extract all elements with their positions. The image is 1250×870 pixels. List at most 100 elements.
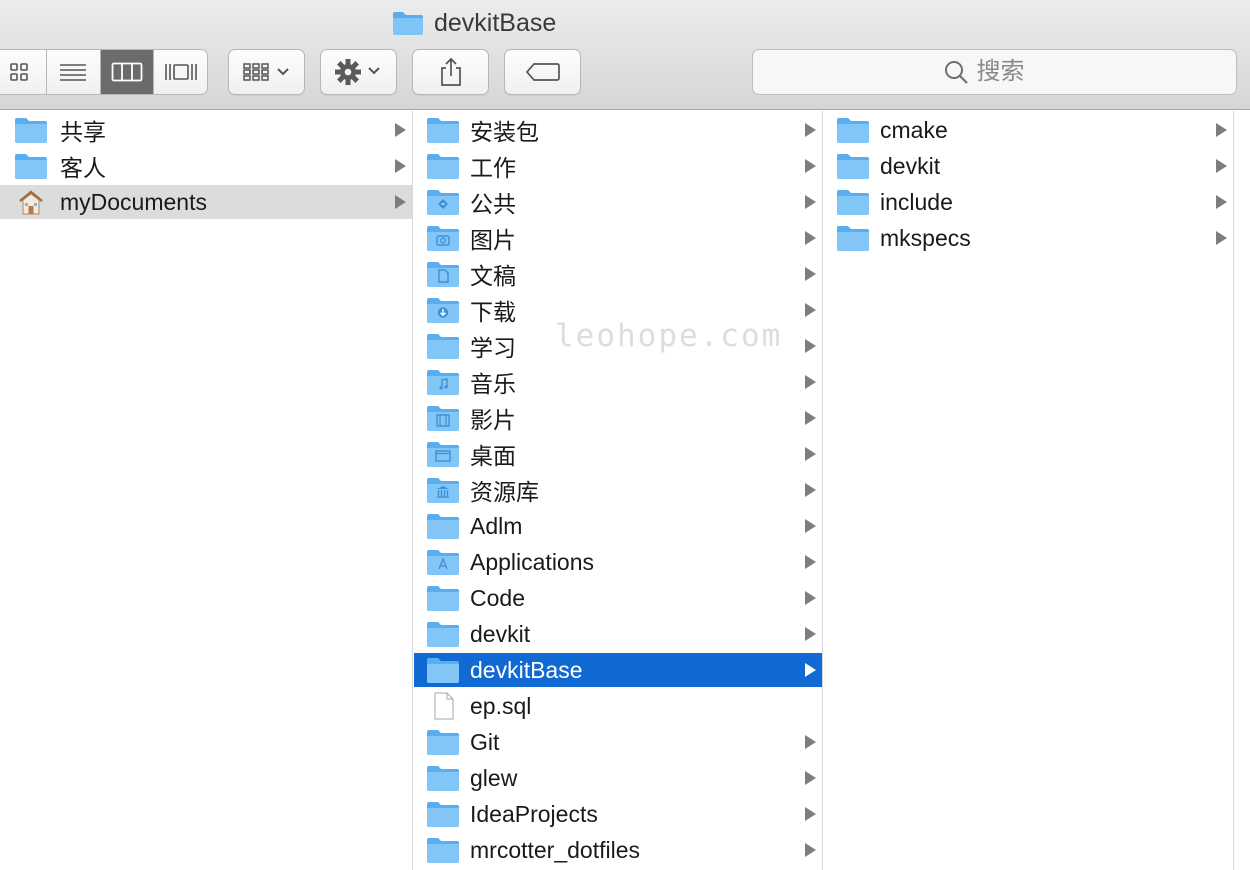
list-item[interactable]: 桌面 (414, 437, 822, 471)
grid-icon (10, 63, 29, 81)
list-item-label: 资源库 (470, 479, 539, 505)
arrange-button[interactable] (228, 49, 305, 95)
disclosure-arrow-icon[interactable] (805, 591, 816, 605)
action-button[interactable] (320, 49, 397, 95)
list-item-label: myDocuments (60, 188, 207, 215)
disclosure-arrow-icon[interactable] (805, 159, 816, 173)
tag-icon (525, 63, 560, 81)
list-item[interactable]: 音乐 (414, 365, 822, 399)
list-item[interactable]: 共享 (0, 113, 412, 147)
browser-column-1[interactable]: 共享 客人 myDocuments (0, 111, 413, 870)
document-icon (426, 692, 460, 720)
list-item[interactable]: myDocuments (0, 185, 412, 219)
applications-folder-icon (426, 548, 460, 576)
folder-icon (14, 116, 48, 144)
coverflow-icon (164, 64, 197, 80)
disclosure-arrow-icon[interactable] (805, 843, 816, 857)
list-item-label: IdeaProjects (470, 800, 598, 827)
list-item-label: 公共 (470, 191, 516, 217)
search-field[interactable] (752, 49, 1237, 95)
disclosure-arrow-icon[interactable] (805, 447, 816, 461)
list-item-label: ep.sql (470, 692, 532, 719)
disclosure-arrow-icon[interactable] (805, 555, 816, 569)
public-folder-icon (426, 188, 460, 216)
disclosure-arrow-icon[interactable] (805, 663, 816, 677)
disclosure-arrow-icon[interactable] (805, 771, 816, 785)
list-item-label: mrcotter_dotfiles (470, 836, 641, 863)
downloads-folder-icon (426, 296, 460, 324)
gear-icon (334, 59, 380, 85)
list-item[interactable]: 下载 (414, 293, 822, 327)
documents-folder-icon (426, 260, 460, 288)
list-item[interactable]: Adlm (414, 509, 822, 543)
list-item[interactable]: 工作 (414, 149, 822, 183)
folder-icon (426, 332, 460, 360)
disclosure-arrow-icon[interactable] (805, 627, 816, 641)
disclosure-arrow-icon[interactable] (1216, 123, 1227, 137)
list-item[interactable]: 文稿 (414, 257, 822, 291)
folder-icon (426, 836, 460, 864)
browser-column-3[interactable]: cmake devkit include mkspecs (824, 111, 1234, 870)
disclosure-arrow-icon[interactable] (805, 519, 816, 533)
icon-view-button[interactable] (0, 50, 47, 94)
list-item[interactable]: mkspecs (824, 221, 1233, 255)
list-item-label: 音乐 (470, 371, 516, 397)
disclosure-arrow-icon[interactable] (805, 123, 816, 137)
folder-icon (426, 620, 460, 648)
cover-flow-view-button[interactable] (154, 50, 207, 94)
list-item-label: Adlm (470, 512, 523, 539)
list-item[interactable]: 安装包 (414, 113, 822, 147)
list-item[interactable]: 影片 (414, 401, 822, 435)
disclosure-arrow-icon[interactable] (805, 807, 816, 821)
window-toolbar: devkitBase (0, 0, 1250, 110)
disclosure-arrow-icon[interactable] (1216, 195, 1227, 209)
disclosure-arrow-icon[interactable] (805, 303, 816, 317)
home-icon (14, 188, 48, 216)
list-item[interactable]: cmake (824, 113, 1233, 147)
list-item[interactable]: ep.sql (414, 689, 822, 723)
disclosure-arrow-icon[interactable] (805, 483, 816, 497)
columns-icon (111, 62, 143, 82)
search-input[interactable] (976, 58, 1047, 86)
browser-column-2[interactable]: 安装包工作公共图片 文稿 下载 学习音乐影片桌面资源库 Adlm Applications… (414, 111, 823, 870)
folder-icon (426, 800, 460, 828)
disclosure-arrow-icon[interactable] (805, 267, 816, 281)
list-item[interactable]: Applications (414, 545, 822, 579)
list-item-label: 工作 (470, 155, 516, 181)
folder-icon (836, 188, 870, 216)
list-item[interactable]: Git (414, 725, 822, 759)
list-item[interactable]: 资源库 (414, 473, 822, 507)
list-item[interactable]: devkitBase (414, 653, 822, 687)
disclosure-arrow-icon[interactable] (805, 411, 816, 425)
list-item[interactable]: devkit (414, 617, 822, 651)
list-item[interactable]: 客人 (0, 149, 412, 183)
disclosure-arrow-icon[interactable] (395, 195, 406, 209)
list-item[interactable]: IdeaProjects (414, 797, 822, 831)
disclosure-arrow-icon[interactable] (1216, 231, 1227, 245)
share-button[interactable] (412, 49, 489, 95)
list-view-button[interactable] (47, 50, 101, 94)
disclosure-arrow-icon[interactable] (805, 195, 816, 209)
list-item[interactable]: glew (414, 761, 822, 795)
disclosure-arrow-icon[interactable] (395, 123, 406, 137)
disclosure-arrow-icon[interactable] (1216, 159, 1227, 173)
tag-button[interactable] (504, 49, 581, 95)
list-item-label: cmake (880, 116, 948, 143)
list-item[interactable]: include (824, 185, 1233, 219)
disclosure-arrow-icon[interactable] (805, 375, 816, 389)
disclosure-arrow-icon[interactable] (805, 735, 816, 749)
list-item[interactable]: 学习 (414, 329, 822, 363)
folder-icon (426, 584, 460, 612)
list-item-label: 影片 (470, 407, 516, 433)
disclosure-arrow-icon[interactable] (805, 231, 816, 245)
list-item[interactable]: mrcotter_dotfiles (414, 833, 822, 867)
column-view-button[interactable] (100, 50, 155, 94)
list-item[interactable]: devkit (824, 149, 1233, 183)
disclosure-arrow-icon[interactable] (805, 339, 816, 353)
disclosure-arrow-icon[interactable] (395, 159, 406, 173)
pictures-folder-icon (426, 224, 460, 252)
folder-icon (426, 764, 460, 792)
list-item[interactable]: 图片 (414, 221, 822, 255)
list-item[interactable]: 公共 (414, 185, 822, 219)
list-item[interactable]: Code (414, 581, 822, 615)
